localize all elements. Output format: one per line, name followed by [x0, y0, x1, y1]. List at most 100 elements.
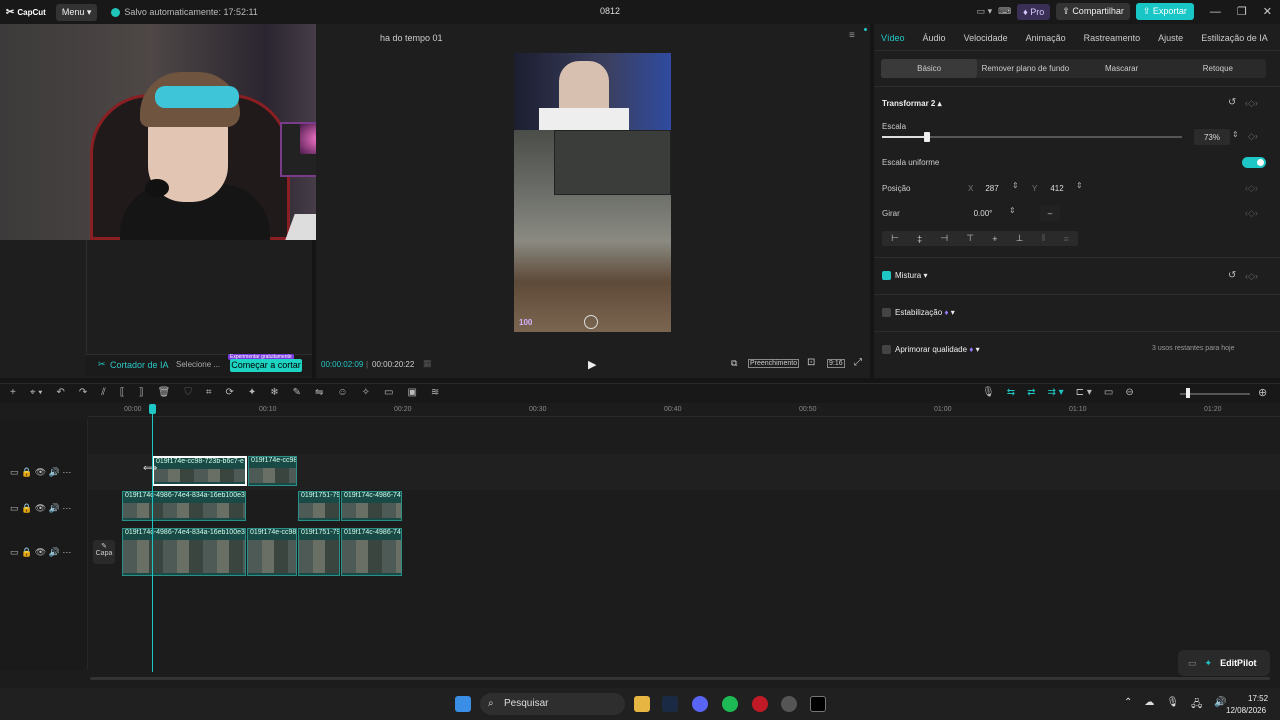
zoom-slider-track[interactable] [1180, 393, 1250, 395]
clip-bot-3[interactable]: 019f1751-79 [298, 528, 340, 576]
taskbar-search[interactable]: Pesquisar [480, 693, 625, 715]
fullscreen-icon[interactable]: ⤢ [854, 357, 862, 368]
maximize-icon[interactable]: ❐ [1237, 5, 1247, 18]
ratio-button[interactable]: 9:16 [827, 359, 845, 368]
audio-wave-icon[interactable]: ≋ [431, 387, 439, 398]
playhead[interactable] [152, 404, 153, 672]
redo-icon[interactable]: ↷ [79, 387, 87, 398]
distribute-v-icon[interactable]: ≡ [1064, 234, 1069, 244]
export-button[interactable]: ⇪ Exportar [1135, 3, 1194, 20]
quality-checkbox[interactable] [882, 345, 891, 354]
align-right-icon[interactable]: ⊣ [940, 233, 948, 244]
pen-icon[interactable]: ✎ [293, 387, 301, 398]
preview-icon[interactable]: ▭ [1104, 387, 1113, 398]
position-x-input[interactable]: 287 [977, 180, 1007, 196]
snapshot-icon[interactable]: ⊡ [807, 357, 815, 368]
tray-network-icon[interactable]: 🖧 [1191, 697, 1202, 714]
subtitle-icon[interactable]: ▭ [384, 387, 393, 398]
fill-button[interactable]: Preenchimento [748, 359, 800, 368]
clip-bot-1[interactable]: 019f174c-4986-74e4-834a-16eb100e33 [122, 528, 246, 576]
opera-icon[interactable] [752, 696, 768, 712]
blend-label[interactable]: Mistura ▾ [895, 271, 927, 280]
ai-tool-icon[interactable]: ✦ [248, 387, 256, 398]
undo-icon[interactable]: ↶ [56, 387, 64, 398]
blend-checkbox[interactable] [882, 271, 891, 280]
scale-slider-handle[interactable] [924, 132, 930, 142]
tab-tracking[interactable]: Rastreamento [1084, 33, 1141, 43]
delete-icon[interactable]: 🗑 [158, 387, 171, 398]
shield-icon[interactable]: ⛉ [184, 387, 192, 398]
app-icon[interactable] [781, 696, 797, 712]
snap-icon[interactable]: ⊏ ▾ [1076, 387, 1092, 398]
clip-mid-1[interactable]: 019f174c-4986-74e4-834a-16eb100e33 [122, 491, 246, 521]
tray-chevron-icon[interactable]: ⌃ [1124, 697, 1132, 714]
taskbar-date[interactable]: 12/08/2026 [1226, 706, 1266, 715]
clip-bot-2[interactable]: 019f174e-cc98 [247, 528, 297, 576]
share-button[interactable]: ⇪ Compartilhar [1056, 3, 1130, 20]
start-cut-button[interactable]: Começar a cortar [230, 359, 302, 372]
rotate-dash-button[interactable]: – [1040, 205, 1060, 221]
tab-audio[interactable]: Áudio [923, 33, 946, 43]
player-menu-icon[interactable]: ≡ [849, 30, 855, 41]
clip-mid-2[interactable]: 019f1751-79 [298, 491, 340, 521]
file-explorer-icon[interactable] [634, 696, 650, 712]
blend-keyframe-icon[interactable]: ‹◇› [1245, 271, 1258, 282]
blend-reset-icon[interactable]: ↺ [1228, 270, 1236, 281]
play-icon[interactable]: ▶ [588, 358, 596, 371]
project-name[interactable]: 0812 [600, 6, 620, 16]
quality-label[interactable]: Aprimorar qualidade ♦ ▾ [895, 345, 980, 354]
link-preview-icon[interactable]: ⇉ ▾ [1047, 387, 1063, 398]
menu-button[interactable]: Menu ▾ [55, 3, 98, 21]
split-right-icon[interactable]: ⟧ [139, 387, 144, 398]
select-media[interactable]: Selecione ... [176, 360, 220, 369]
link-main-icon[interactable]: ⇆ [1007, 387, 1015, 398]
steam-icon[interactable] [662, 696, 678, 712]
track3-controls[interactable]: ▭ 🔒 👁 🔊 ⋯ [10, 547, 71, 558]
y-stepper-icon[interactable]: ⇕ [1076, 181, 1083, 190]
add-track-icon[interactable]: + [10, 387, 16, 398]
rotate-input[interactable]: 0.00° [962, 205, 1004, 221]
clip-bot-4[interactable]: 019f174c-4986-74 [341, 528, 402, 576]
minimize-icon[interactable]: — [1210, 6, 1221, 18]
track1-controls[interactable]: ▭ 🔒 👁 🔊 ⋯ [10, 467, 71, 478]
align-center-v-icon[interactable]: + [992, 234, 997, 244]
mic-icon[interactable]: 🎙 [982, 387, 995, 398]
select-tool-icon[interactable]: ⌖ ▾ [30, 387, 43, 398]
tray-icons[interactable]: ⌃ ☁ 🎙 🖧 🔊 [1124, 697, 1227, 714]
editpilot-widget[interactable]: ▭ ✦ EditPilot [1178, 650, 1270, 676]
align-left-icon[interactable]: ⊢ [891, 233, 899, 244]
discord-icon[interactable] [692, 696, 708, 712]
tray-cloud-icon[interactable]: ☁ [1144, 697, 1154, 714]
rotate-tool-icon[interactable]: ⟳ [225, 387, 233, 398]
tab-video[interactable]: Vídeo [881, 33, 905, 43]
track2-controls[interactable]: ▭ 🔒 👁 🔊 ⋯ [10, 503, 71, 514]
image-icon[interactable]: ▣ [407, 387, 416, 398]
subtab-mask[interactable]: Mascarar [1074, 59, 1170, 78]
tray-mic-icon[interactable]: 🎙 [1166, 697, 1179, 714]
shortcut-icon[interactable]: ⌨ [998, 6, 1011, 17]
align-bottom-icon[interactable]: ⊥ [1016, 233, 1024, 244]
clip-top-selected[interactable]: 019f174e-cc98-723b-b6c7-e [152, 456, 247, 486]
spotify-icon[interactable] [722, 696, 738, 712]
close-icon[interactable]: ✕ [1263, 5, 1272, 18]
playhead-handle[interactable] [149, 404, 156, 414]
x-stepper-icon[interactable]: ⇕ [1012, 181, 1019, 190]
distribute-h-icon[interactable]: ⫴ [1042, 233, 1046, 244]
tray-volume-icon[interactable]: 🔊 [1214, 697, 1226, 714]
rotate-keyframe-icon[interactable]: ‹◇› [1245, 208, 1258, 219]
person-icon[interactable]: ☺ [337, 387, 347, 398]
uniform-scale-toggle[interactable] [1242, 157, 1266, 168]
windows-start-icon[interactable] [455, 696, 471, 712]
capcut-taskbar-icon[interactable] [810, 696, 826, 712]
position-y-input[interactable]: 412 [1042, 180, 1072, 196]
clip-mid-3[interactable]: 019f174c-4986-74 [341, 491, 402, 521]
tab-ai-style[interactable]: Estilização de IA [1201, 33, 1268, 43]
scale-input[interactable]: 73% [1194, 129, 1230, 145]
rotate-stepper-icon[interactable]: ⇕ [1009, 206, 1016, 215]
align-center-h-icon[interactable]: ‡ [917, 234, 922, 244]
freeze-icon[interactable]: ❄ [270, 387, 278, 398]
crop-icon[interactable]: ⧉ [731, 358, 737, 369]
split-icon[interactable]: ⫽ [101, 387, 105, 398]
timeline-scrollbar[interactable] [90, 677, 1270, 680]
transform-header[interactable]: Transformar 2 ▴ [882, 99, 942, 108]
